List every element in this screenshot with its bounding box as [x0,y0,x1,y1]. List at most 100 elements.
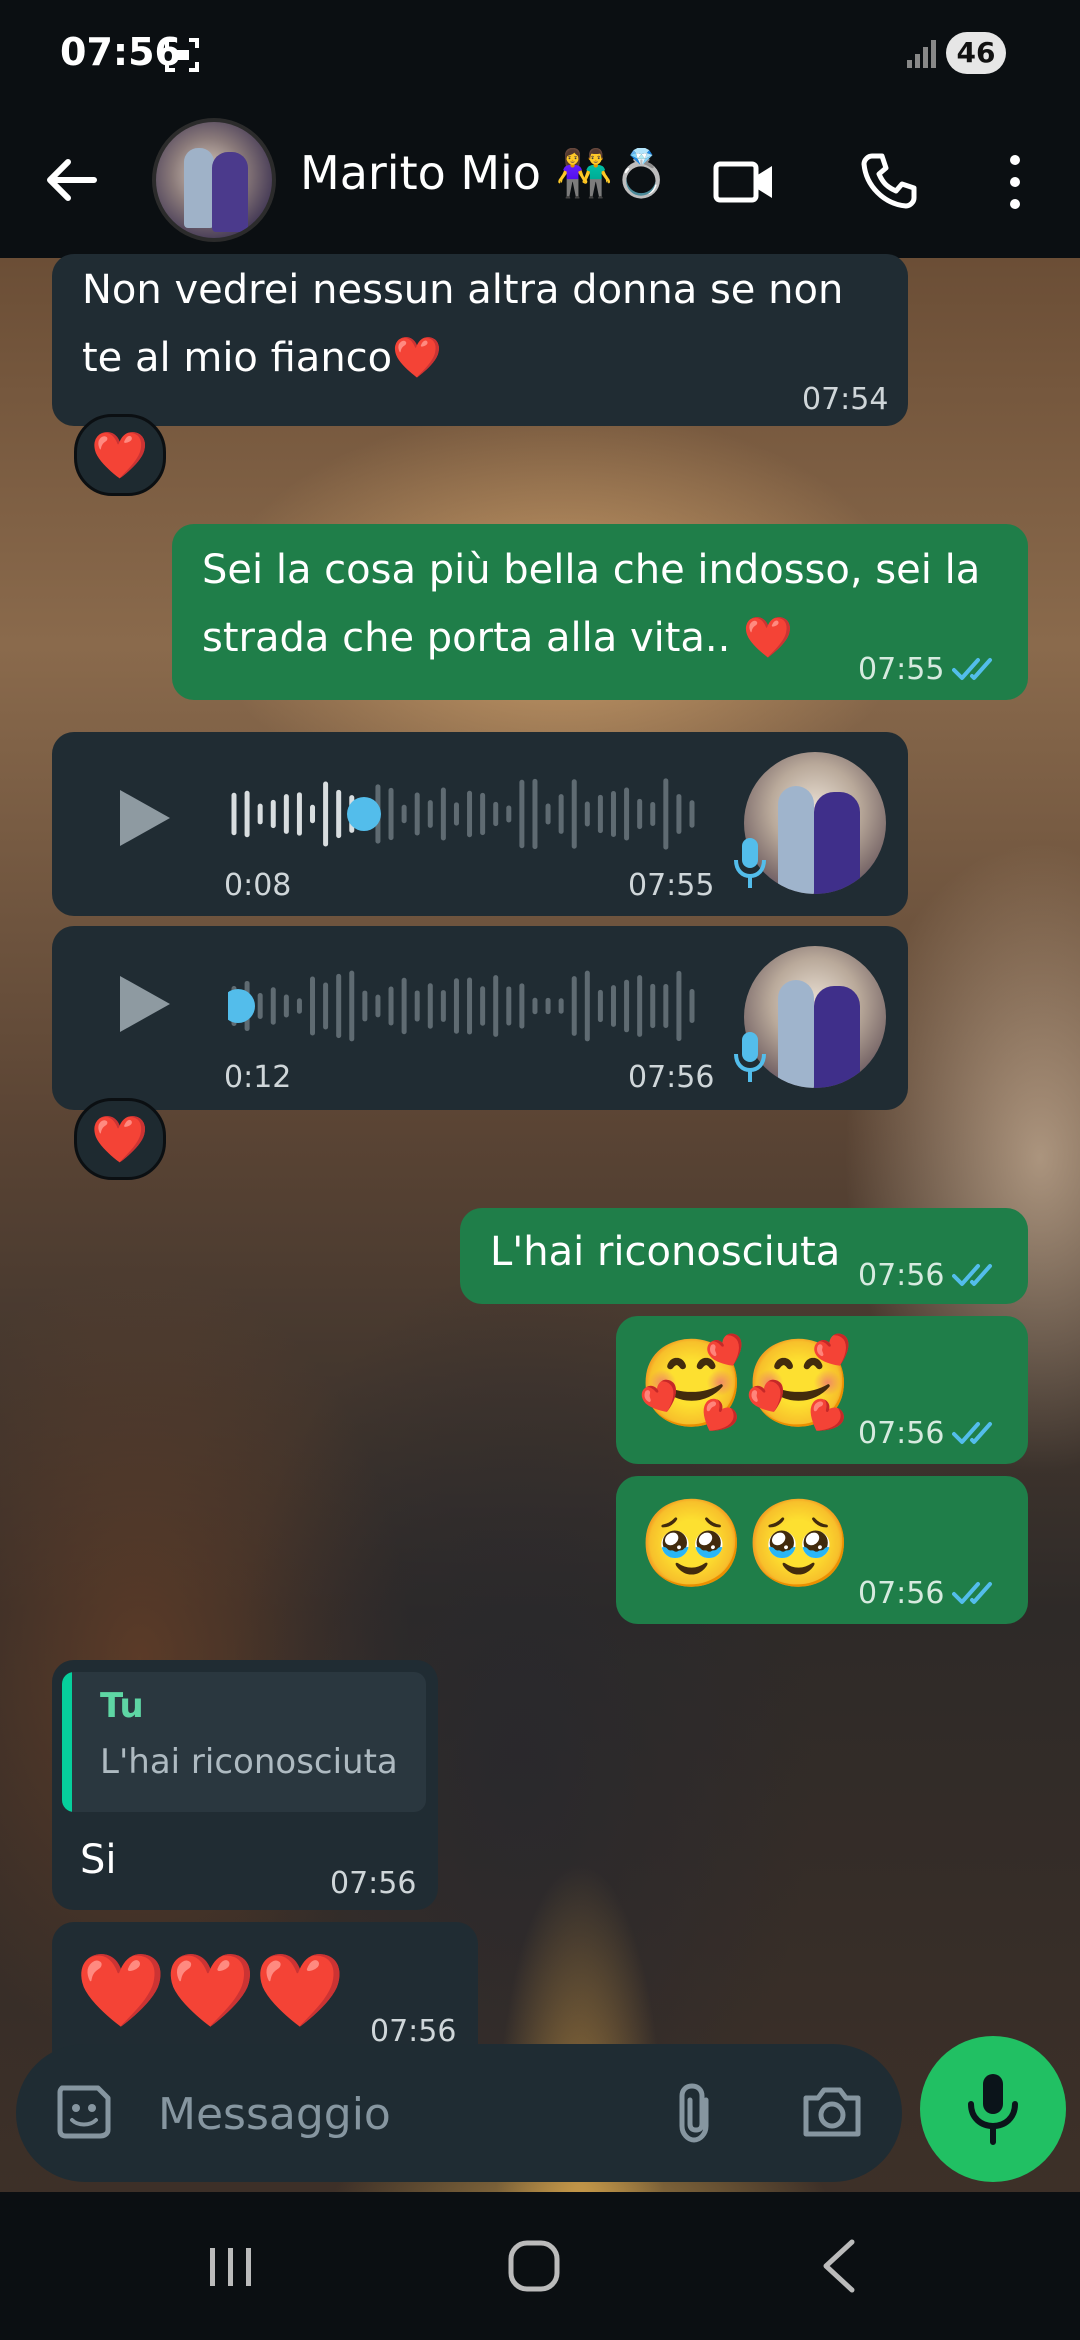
waveform-bar [480,792,486,836]
waveform-bar [506,986,512,1026]
video-call-icon[interactable] [712,152,776,212]
contact-avatar[interactable] [152,118,276,242]
waveform-bar [296,998,302,1014]
message-timestamp: 07:55 [858,652,945,687]
waveform-bar [388,787,394,841]
message-bubble-outgoing[interactable]: 🥹🥹 07:56 [616,1476,1028,1624]
screenshot-icon [165,38,199,72]
waveform-bar [467,790,473,838]
waveform-bar [401,804,407,824]
voice-waveform[interactable] [228,774,698,854]
voice-message-bubble[interactable]: 0:12 07:56 [52,926,908,1110]
message-bubble-outgoing[interactable]: 🥰🥰 07:56 [616,1316,1028,1464]
playback-knob[interactable] [228,989,255,1023]
attachment-icon[interactable] [670,2080,720,2146]
waveform-bar [689,989,695,1023]
waveform-bar [349,970,355,1042]
back-nav-icon[interactable] [818,2238,858,2294]
quoted-message[interactable]: Tu L'hai riconosciuta [62,1672,426,1812]
quote-author: Tu [100,1686,144,1726]
read-ticks-icon [952,1264,992,1286]
quote-accent-bar [62,1672,72,1812]
message-timestamp: 07:54 [802,382,889,417]
voice-record-button[interactable] [920,2036,1066,2182]
status-time: 07:56 [60,30,181,74]
reaction-badge[interactable]: ❤️ [74,414,166,496]
message-timestamp: 07:55 [628,868,715,903]
contact-name[interactable]: Marito Mio 👫💍 [300,146,670,201]
status-bar: 07:56 46 [0,0,1080,110]
message-input[interactable] [156,2076,640,2152]
waveform-bar [545,997,551,1015]
message-text: L'hai riconosciuta [490,1229,841,1275]
waveform-bar [231,792,237,836]
waveform-bar [624,979,630,1033]
message-bubble-outgoing[interactable]: Sei la cosa più bella che indosso, sei l… [172,524,1028,700]
waveform-bar [610,791,616,837]
waveform-bar [532,778,538,850]
emoji-message: 🥰🥰 [638,1334,853,1434]
read-ticks-icon [952,658,992,680]
back-arrow-icon[interactable] [42,150,102,210]
message-timestamp: 07:56 [628,1060,715,1095]
waveform-bar [637,798,643,830]
emoji-sticker-icon[interactable] [52,2080,116,2144]
waveform-bar [558,794,564,834]
play-icon[interactable] [114,786,174,850]
waveform-bar [650,802,656,826]
waveform-bar [336,973,342,1039]
waveform-bar [519,983,525,1029]
message-text-line: strada che porta alla vita.. ❤️ [202,615,793,661]
message-text-line: Non vedrei nessun altra donna se non [82,267,844,313]
home-icon[interactable] [506,2238,562,2294]
waveform-bar [597,989,603,1023]
waveform-bar [414,792,420,836]
voice-call-icon[interactable] [858,150,918,210]
waveform-bar [310,976,316,1036]
waveform-bar [584,970,590,1042]
waveform-bar [257,803,263,825]
play-icon[interactable] [114,972,174,1036]
quote-text: L'hai riconosciuta [100,1742,398,1782]
more-options-icon[interactable] [1000,150,1030,214]
waveform-bar [296,792,302,836]
waveform-bar [453,978,459,1034]
battery-indicator: 46 [946,32,1006,74]
message-timestamp: 07:56 [858,1258,945,1293]
waveform-bar [388,986,394,1026]
waveform-bar [283,994,289,1018]
read-ticks-icon [952,1422,992,1444]
waveform-bar [663,778,669,850]
emoji-message: ❤️❤️❤️ [76,1948,345,2032]
waveform-bar [440,787,446,841]
waveform-bar [427,800,433,828]
waveform-bar [637,975,643,1037]
voice-message-bubble[interactable]: 0:08 07:55 [52,732,908,916]
waveform-bar [506,805,512,823]
waveform-bar [323,982,329,1030]
message-bubble-incoming[interactable]: Non vedrei nessun altra donna se non te … [52,254,908,426]
voice-waveform[interactable] [228,966,698,1046]
message-timestamp: 07:56 [858,1416,945,1451]
microphone-icon [968,2074,1018,2145]
message-bubble-outgoing[interactable]: L'hai riconosciuta 07:56 [460,1208,1028,1304]
message-composer [16,2044,902,2182]
waveform-bar [610,985,616,1027]
waveform-bar [427,983,433,1029]
camera-icon[interactable] [800,2082,864,2142]
microphone-icon [734,838,766,888]
recent-apps-icon[interactable] [206,2244,256,2290]
waveform-bar [323,781,329,847]
waveform-bar [676,794,682,834]
waveform-bar [532,997,538,1015]
waveform-bar [480,986,486,1026]
waveform-bar [270,799,276,829]
waveform-bar [519,779,525,849]
message-text-line: Sei la cosa più bella che indosso, sei l… [202,547,981,593]
waveform-bar [545,803,551,825]
waveform-bar [467,977,473,1035]
reaction-badge[interactable]: ❤️ [74,1098,166,1180]
playback-knob[interactable] [347,797,381,831]
chat-header: Marito Mio 👫💍 [0,110,1080,258]
waveform-bar [584,801,590,827]
